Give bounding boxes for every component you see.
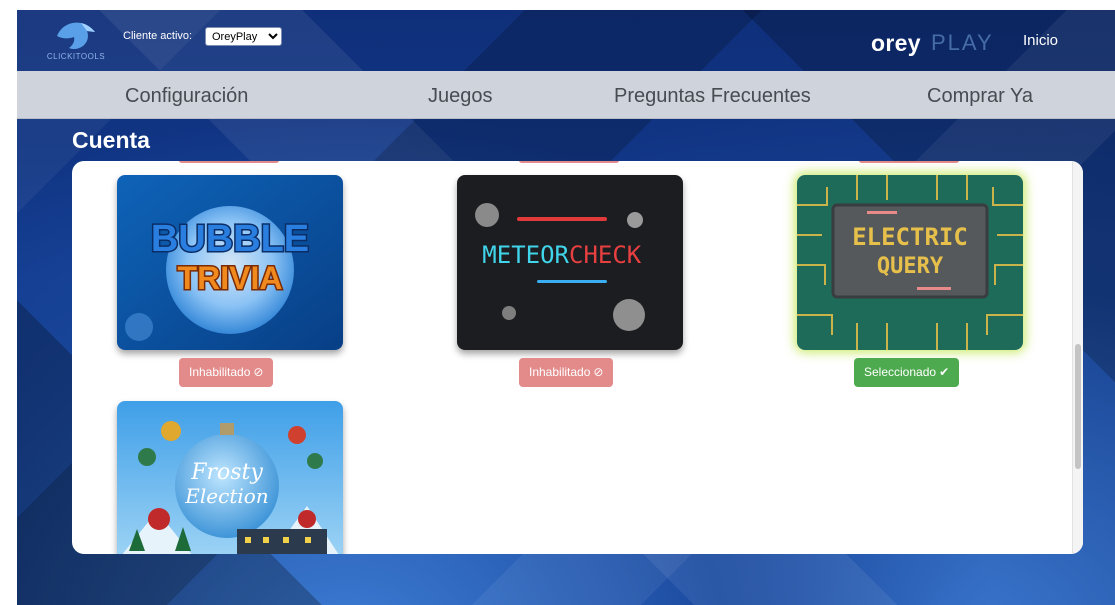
section-title: Cuenta (72, 127, 150, 153)
game-title-line2: CHECK (569, 241, 642, 269)
ban-icon: ⊘ (593, 365, 604, 379)
active-client-select[interactable]: OreyPlay (205, 27, 282, 46)
brand-logo-text: orey (871, 30, 921, 56)
status-badge-disabled: Inhabilitado ⊘ (179, 358, 274, 387)
game-title-line2: QUERY (877, 254, 944, 279)
game-title-line1: METEOR (482, 241, 569, 269)
game-card-electric-query[interactable]: ELECTRIC QUERY (797, 175, 1023, 350)
clickitools-logo[interactable]: CLICKITOOLS (37, 18, 115, 64)
game-title-line2: Election (184, 484, 268, 508)
nav-comprar-ya[interactable]: Comprar Ya (927, 85, 1033, 108)
meteor-check-artwork: METEOR CHECK (457, 175, 683, 350)
brand-logo-accent: PLAY (931, 30, 994, 55)
home-link[interactable]: Inicio (1023, 32, 1058, 49)
status-badge-peek (519, 161, 619, 163)
electric-query-artwork: ELECTRIC QUERY (797, 175, 1023, 350)
game-title-line1: BUBBLE (151, 218, 309, 260)
status-badge-selected: Seleccionado ✔ (854, 358, 960, 387)
status-badge-peek (179, 161, 279, 163)
nav-juegos[interactable]: Juegos (428, 85, 493, 108)
main-nav: Configuración Juegos Preguntas Frecuente… (17, 71, 1115, 119)
nav-configuracion[interactable]: Configuración (125, 85, 248, 108)
games-panel: BUBBLE TRIVIA Inhabilitado ⊘ METEOR CHECK… (72, 161, 1083, 554)
scrollbar-thumb[interactable] (1075, 344, 1081, 469)
game-title-line1: ELECTRIC (852, 223, 968, 251)
app-frame: CLICKITOOLS Cliente activo: OreyPlay ore… (17, 10, 1115, 605)
bubble-trivia-artwork: BUBBLE TRIVIA (117, 175, 343, 350)
ban-icon: ⊘ (253, 365, 264, 379)
frosty-election-artwork: Frosty Election (117, 401, 343, 554)
status-badge-disabled: Inhabilitado ⊘ (519, 358, 614, 387)
game-card-bubble-trivia[interactable]: BUBBLE TRIVIA (117, 175, 343, 350)
panel-scrollbar[interactable] (1072, 161, 1083, 554)
bird-logo-icon (57, 22, 95, 50)
game-title-line1: Frosty (190, 460, 263, 485)
nav-preguntas-frecuentes[interactable]: Preguntas Frecuentes (614, 85, 811, 108)
active-client-label: Cliente activo: (123, 30, 193, 42)
logo-text: CLICKITOOLS (46, 52, 106, 61)
game-card-frosty-election[interactable]: Frosty Election (117, 401, 343, 554)
top-bar: CLICKITOOLS Cliente activo: OreyPlay ore… (17, 10, 1115, 71)
game-card-meteor-check[interactable]: METEOR CHECK (457, 175, 683, 350)
check-icon: ✔ (939, 365, 950, 379)
status-badge-peek (859, 161, 959, 163)
game-title-line2: TRIVIA (178, 260, 283, 296)
